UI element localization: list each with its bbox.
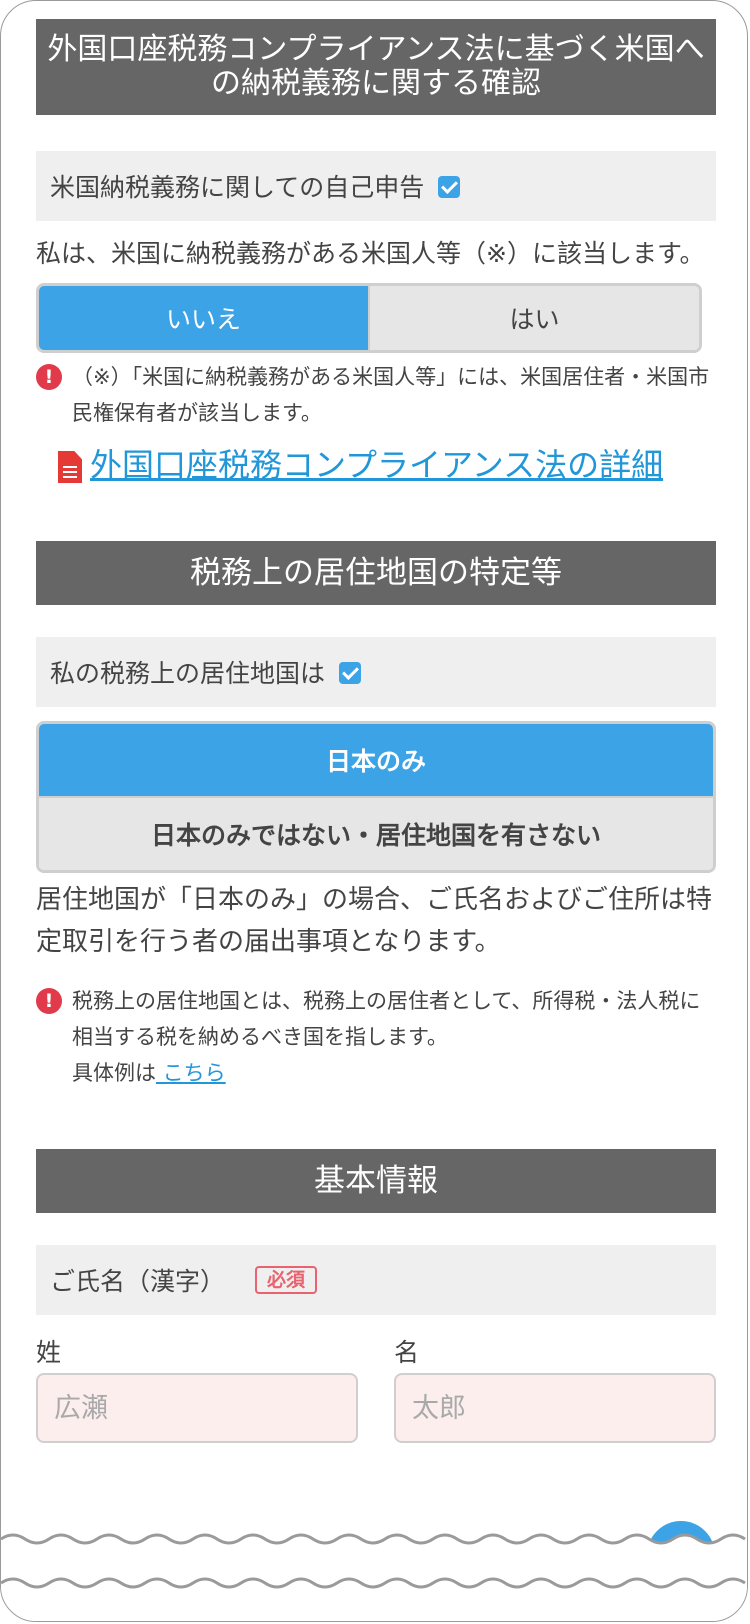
- first-name-label: 名: [394, 1338, 420, 1367]
- pdf-document-icon: [58, 451, 82, 483]
- form-page: 外国口座税務コンプライアンス法に基づく米国への納税義務に関する確認 米国納税義務…: [36, 19, 716, 1443]
- residence-option-not-only-japan[interactable]: 日本のみではない・居住地国を有さない: [39, 796, 713, 870]
- fatca-self-report-row: 米国納税義務に関しての自己申告: [36, 151, 716, 221]
- residence-example-link[interactable]: こちら: [156, 1061, 226, 1085]
- name-kanji-label: ご氏名（漢字）: [50, 1267, 226, 1296]
- fatca-note: ! （※）「米国に納税義務がある米国人等」には、米国居住者・米国市民権保有者が該…: [36, 359, 716, 431]
- alert-icon: !: [36, 364, 62, 390]
- device-frame: 外国口座税務コンプライアンス法に基づく米国への納税義務に関する確認 米国納税義務…: [0, 0, 748, 1622]
- name-inputs: 姓 名: [36, 1333, 716, 1443]
- basic-info-section-header: 基本情報: [36, 1149, 716, 1213]
- residence-option-japan-only[interactable]: 日本のみ: [39, 724, 713, 796]
- checkbox-checked-icon: [438, 176, 461, 198]
- fatca-section-header: 外国口座税務コンプライアンス法に基づく米国への納税義務に関する確認: [36, 19, 716, 115]
- last-name-group: 姓: [36, 1333, 358, 1443]
- residence-example-row: 具体例は こちら: [72, 1055, 716, 1091]
- fatca-option-yes[interactable]: はい: [368, 286, 699, 350]
- residence-label-row: 私の税務上の居住地国は: [36, 637, 716, 707]
- residence-note: ! 税務上の居住地国とは、税務上の居住者として、所得税・法人税に相当する税を納め…: [36, 983, 716, 1091]
- torn-edge-divider: [1, 1521, 747, 1621]
- fatca-note-text: （※）「米国に納税義務がある米国人等」には、米国居住者・米国市民権保有者が該当し…: [72, 365, 710, 425]
- residence-options: 日本のみ 日本のみではない・居住地国を有さない: [36, 721, 716, 873]
- first-name-input[interactable]: [394, 1373, 716, 1443]
- residence-description: 居住地国が「日本のみ」の場合、ご氏名およびご住所は特定取引を行う者の届出事項とな…: [36, 885, 713, 957]
- residence-example-prefix: 具体例は: [72, 1061, 156, 1085]
- alert-icon: !: [36, 988, 62, 1014]
- fatca-detail-link-row: 外国口座税務コンプライアンス法の詳細: [36, 447, 716, 483]
- residence-label: 私の税務上の居住地国は: [50, 659, 326, 688]
- last-name-label: 姓: [36, 1338, 62, 1367]
- residence-section-header: 税務上の居住地国の特定等: [36, 541, 716, 605]
- fatca-detail-link[interactable]: 外国口座税務コンプライアンス法の詳細: [90, 446, 663, 484]
- name-kanji-label-row: ご氏名（漢字） 必須: [36, 1245, 716, 1315]
- first-name-group: 名: [394, 1333, 716, 1443]
- required-badge: 必須: [255, 1266, 318, 1294]
- residence-note-text: 税務上の居住地国とは、税務上の居住者として、所得税・法人税に相当する税を納めるべ…: [72, 989, 701, 1049]
- fatca-self-report-label: 米国納税義務に関しての自己申告: [50, 173, 425, 202]
- fatca-option-no[interactable]: いいえ: [39, 286, 368, 350]
- fatca-answer-toggle: いいえ はい: [36, 283, 702, 353]
- fatca-statement: 私は、米国に納税義務がある米国人等（※）に該当します。: [36, 239, 705, 268]
- last-name-input[interactable]: [36, 1373, 358, 1443]
- checkbox-checked-icon: [339, 662, 362, 684]
